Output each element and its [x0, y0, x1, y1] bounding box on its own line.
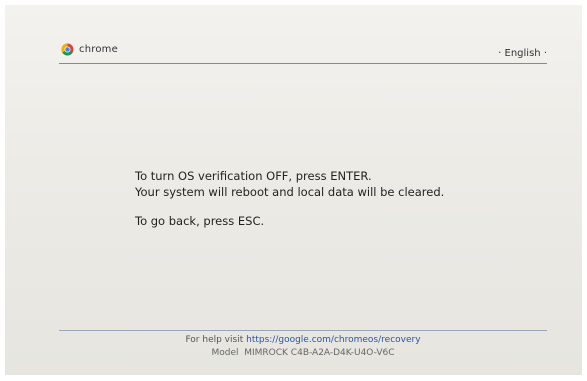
chrome-logo: chrome	[61, 43, 118, 56]
model-label: Model	[211, 348, 239, 358]
help-link[interactable]: https://google.com/chromeos/recovery	[246, 335, 420, 345]
message-line-esc: To go back, press ESC.	[135, 214, 265, 228]
recovery-messages: To turn OS verification OFF, press ENTER…	[135, 168, 444, 229]
help-line: For help visit https://google.com/chrome…	[59, 334, 547, 347]
logo-text: chrome	[79, 44, 118, 55]
chrome-icon	[61, 43, 74, 56]
footer: For help visit https://google.com/chrome…	[59, 330, 547, 360]
help-prefix: For help visit	[185, 335, 244, 345]
message-line-enter: To turn OS verification OFF, press ENTER…	[135, 169, 372, 183]
model-value: MIMROCK C4B-A2A-D4K-U4O-V6C	[244, 348, 395, 358]
message-line-reboot: Your system will reboot and local data w…	[135, 185, 445, 199]
language-selector[interactable]: · English ·	[498, 48, 547, 59]
model-line: Model MIMROCK C4B-A2A-D4K-U4O-V6C	[59, 347, 547, 360]
recovery-screen: chrome · English · To turn OS verificati…	[5, 5, 582, 375]
header-bar: chrome · English ·	[59, 41, 547, 64]
